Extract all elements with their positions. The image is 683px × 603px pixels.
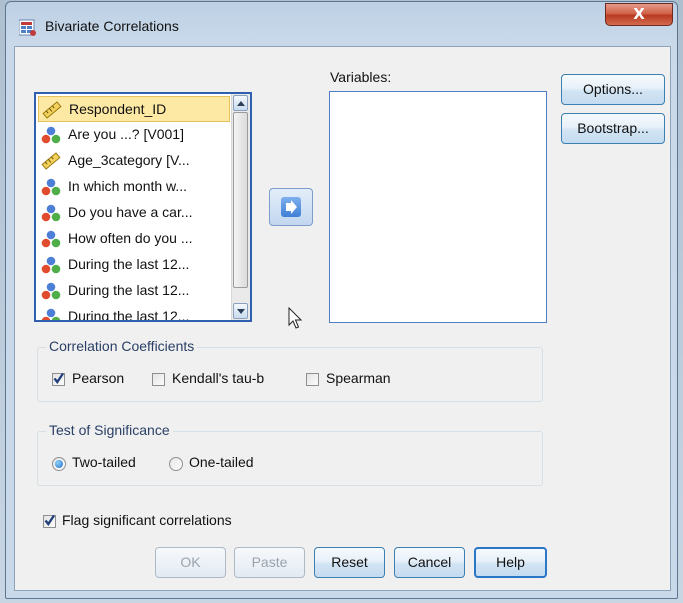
correlation-coefficients-group: Correlation Coefficients Pearson Kendall… [37,338,543,402]
bootstrap-button[interactable]: Bootstrap... [561,113,665,144]
list-item[interactable]: Do you have a car... [38,200,230,226]
ruler-scale-icon [42,101,62,119]
nominal-icon [41,282,61,300]
list-item[interactable]: How often do you ... [38,226,230,252]
variables-list[interactable] [329,91,547,323]
arrow-down-icon [237,309,245,314]
radio-selected-dot [55,460,63,468]
one-tailed-radio[interactable] [169,457,183,471]
group-title: Test of Significance [46,422,173,438]
spearman-label[interactable]: Spearman [326,370,391,386]
list-item[interactable]: In which month w... [38,174,230,200]
help-button[interactable]: Help [474,547,547,578]
list-item-label: Are you ...? [V001] [68,126,184,142]
list-item-label: Do you have a car... [68,204,193,220]
options-button[interactable]: Options... [561,74,665,105]
one-tailed-label[interactable]: One-tailed [189,454,254,470]
mouse-cursor-icon [288,307,303,329]
cancel-button[interactable]: Cancel [394,547,465,578]
dialog-body: Respondent_ID Are you ...? [V001] Age_3c… [14,46,671,591]
checkmark-icon [44,514,55,526]
source-variable-list[interactable]: Respondent_ID Are you ...? [V001] Age_3c… [34,92,252,322]
nominal-icon [41,308,61,320]
kendall-checkbox[interactable] [152,373,165,386]
reset-button[interactable]: Reset [314,547,385,578]
ok-button[interactable]: OK [155,547,226,578]
list-item[interactable]: Respondent_ID [38,96,230,122]
list-item-label: In which month w... [68,178,188,194]
group-title: Correlation Coefficients [46,338,198,354]
flag-significant-checkbox[interactable] [43,514,56,528]
nominal-icon [41,256,61,274]
nominal-icon [41,230,61,248]
title-bar[interactable]: Bivariate Correlations X [6,2,677,46]
list-item-label: During the last 12... [68,256,190,272]
scroll-down-button[interactable] [233,303,248,319]
spss-app-icon [19,19,36,36]
list-item[interactable]: During the last 12... [38,252,230,278]
arrow-up-icon [237,101,245,106]
checkmark-icon [53,372,64,384]
two-tailed-radio[interactable] [52,457,66,471]
bivariate-correlations-dialog: Bivariate Correlations X Respondent_ID A… [5,1,678,599]
paste-button[interactable]: Paste [234,547,305,578]
nominal-icon [41,204,61,222]
flag-significant-label[interactable]: Flag significant correlations [62,512,232,528]
close-button[interactable]: X [605,3,673,26]
nominal-icon [41,126,61,144]
list-item[interactable]: During the last 12... [38,278,230,304]
two-tailed-label[interactable]: Two-tailed [72,454,136,470]
pearson-checkbox[interactable] [52,372,65,386]
move-to-variables-button[interactable] [269,188,313,226]
list-item[interactable]: Are you ...? [V001] [38,122,230,148]
list-item[interactable]: During the last 12... [38,304,230,322]
spearman-checkbox[interactable] [306,373,319,386]
scroll-up-button[interactable] [233,95,248,111]
ruler-scale-icon [41,152,61,170]
variables-label: Variables: [330,69,392,85]
scroll-thumb[interactable] [233,112,248,288]
list-item-label: Respondent_ID [69,101,167,117]
list-item-label: During the last 12... [68,308,190,322]
nominal-icon [41,178,61,196]
arrow-right-icon [281,197,301,217]
list-item-label: During the last 12... [68,282,190,298]
test-of-significance-group: Test of Significance Two-tailed One-tail… [37,422,543,486]
list-item[interactable]: Age_3category [V... [38,148,230,174]
vertical-scrollbar[interactable] [231,94,250,320]
pearson-label[interactable]: Pearson [72,370,124,386]
list-item-label: How often do you ... [68,230,193,246]
list-item-label: Age_3category [V... [68,152,190,168]
kendall-label[interactable]: Kendall's tau-b [172,370,264,386]
window-title: Bivariate Correlations [45,18,179,34]
